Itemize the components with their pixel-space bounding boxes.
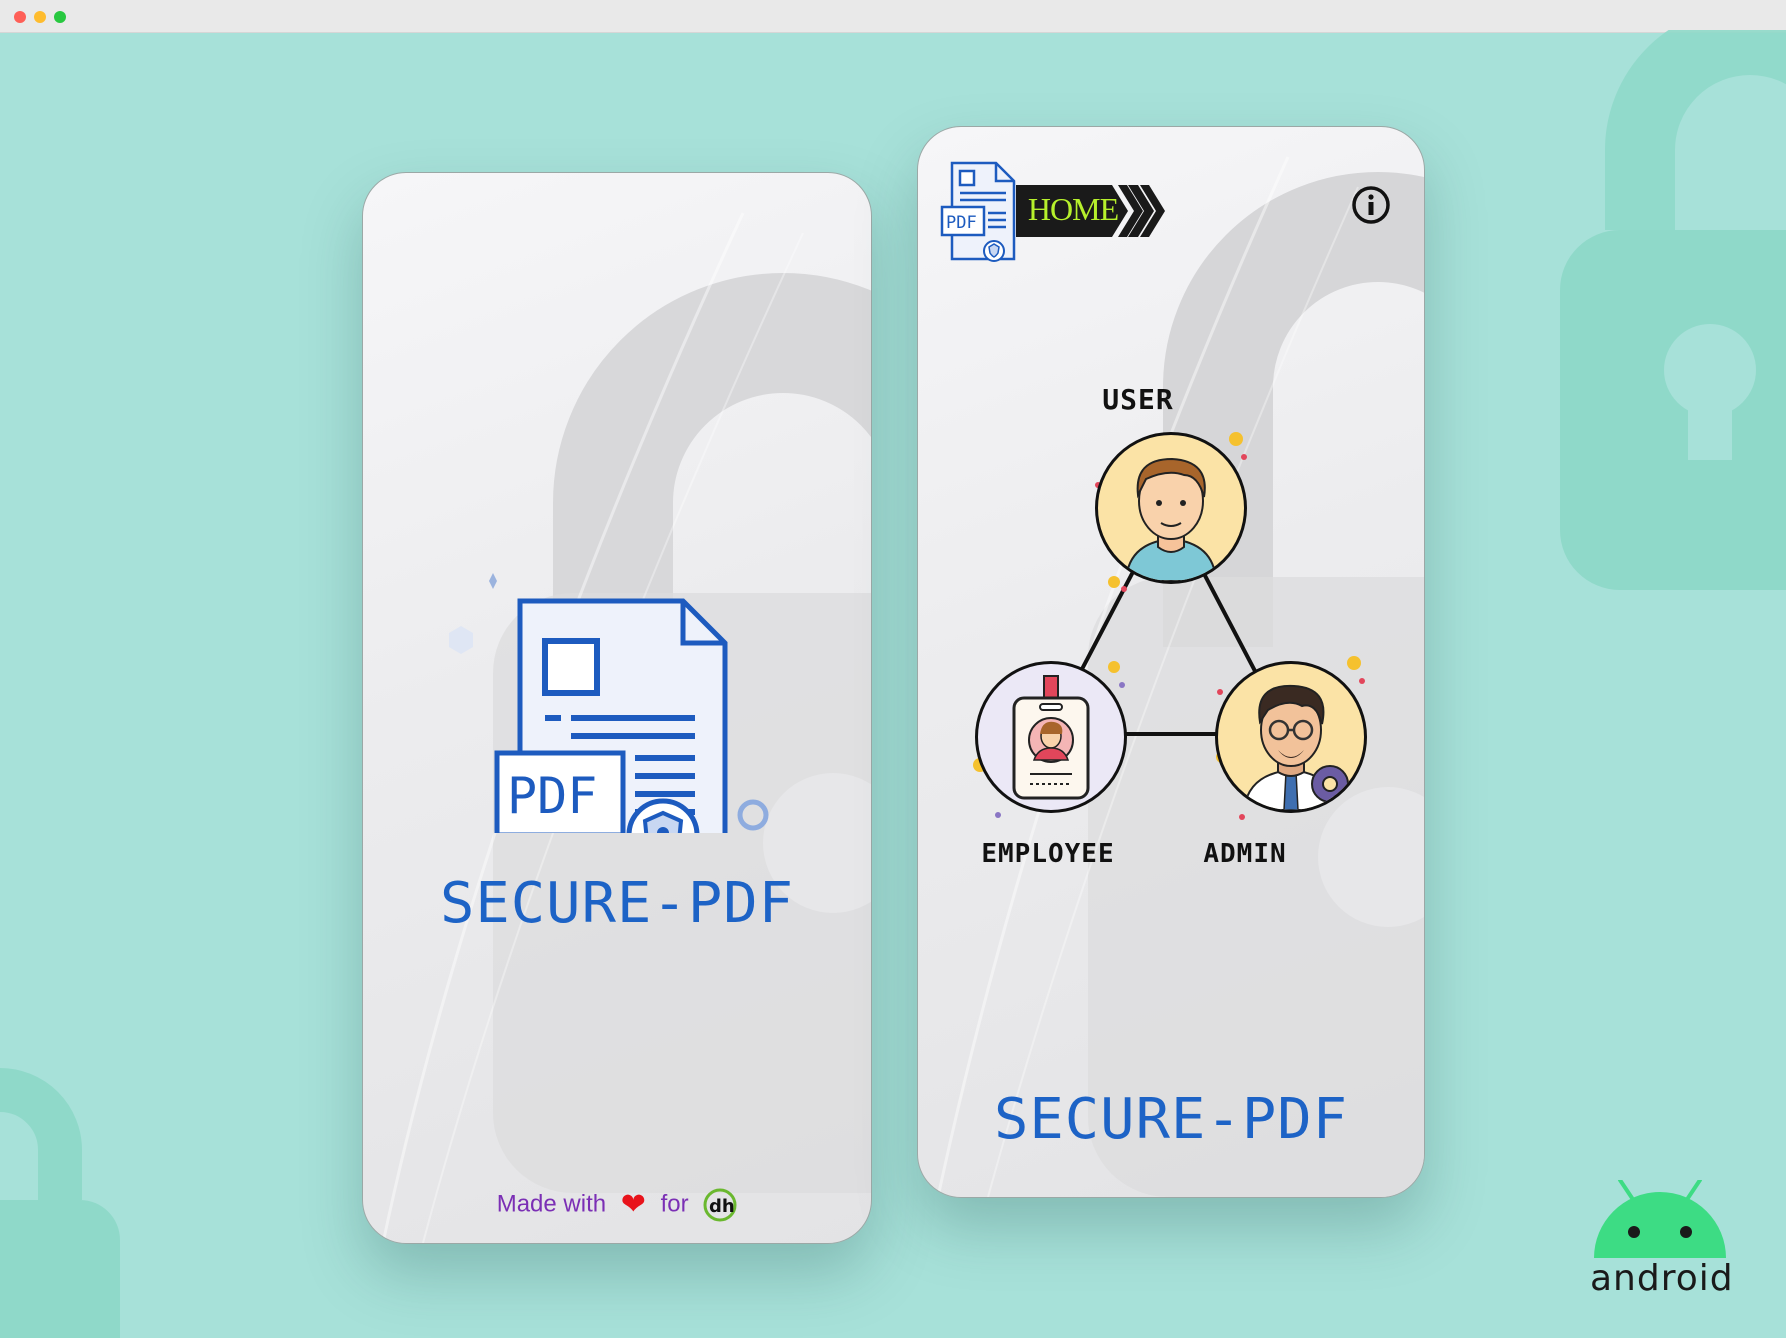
pdf-badge-label: PDF [507,767,597,825]
role-label-user: USER [1102,383,1174,416]
role-button-admin[interactable] [1215,661,1367,813]
splash-app-title: SECURE-PDF [439,871,795,936]
role-label-employee: EMPLOYEE [981,839,1115,869]
heart-icon: ❤ [620,1188,646,1221]
pdf-document-shield-icon: + PDF [449,573,769,833]
role-label-admin: ADMIN [1203,839,1287,869]
background-lock-icon [0,1068,120,1338]
window-maximize-button[interactable] [54,11,66,23]
background-lock-icon [1560,30,1786,590]
home-app-title: SECURE-PDF [993,1087,1349,1152]
window-titlebar [0,0,1786,33]
dh-brand-logo: dh [703,1188,737,1221]
role-button-user[interactable] [1095,432,1247,584]
window-close-button[interactable] [14,11,26,23]
android-wordmark: android [1590,1258,1734,1299]
role-connector-lines [973,432,1365,820]
screenshot-canvas: + PDF SECURE-PDF Made with ❤ [0,0,1786,1338]
employee-id-card-icon [1012,675,1090,800]
splash-screen-phone: + PDF SECURE-PDF Made with ❤ [362,172,872,1244]
made-with-footer: Made with ❤ for dh [363,1187,871,1222]
home-screen-phone: PDF HOME USER EMPLOYEE ADMIN SECURE-PDF [917,126,1425,1198]
made-with-text: Made with [496,1190,607,1218]
android-robot-icon [1594,1180,1726,1258]
admin-avatar-gear-icon [1242,684,1349,810]
window-minimize-button[interactable] [34,11,46,23]
user-avatar-icon [1124,457,1218,581]
for-text: for [660,1190,689,1218]
svg-text:dh: dh [709,1196,735,1217]
role-button-employee[interactable] [975,661,1127,813]
